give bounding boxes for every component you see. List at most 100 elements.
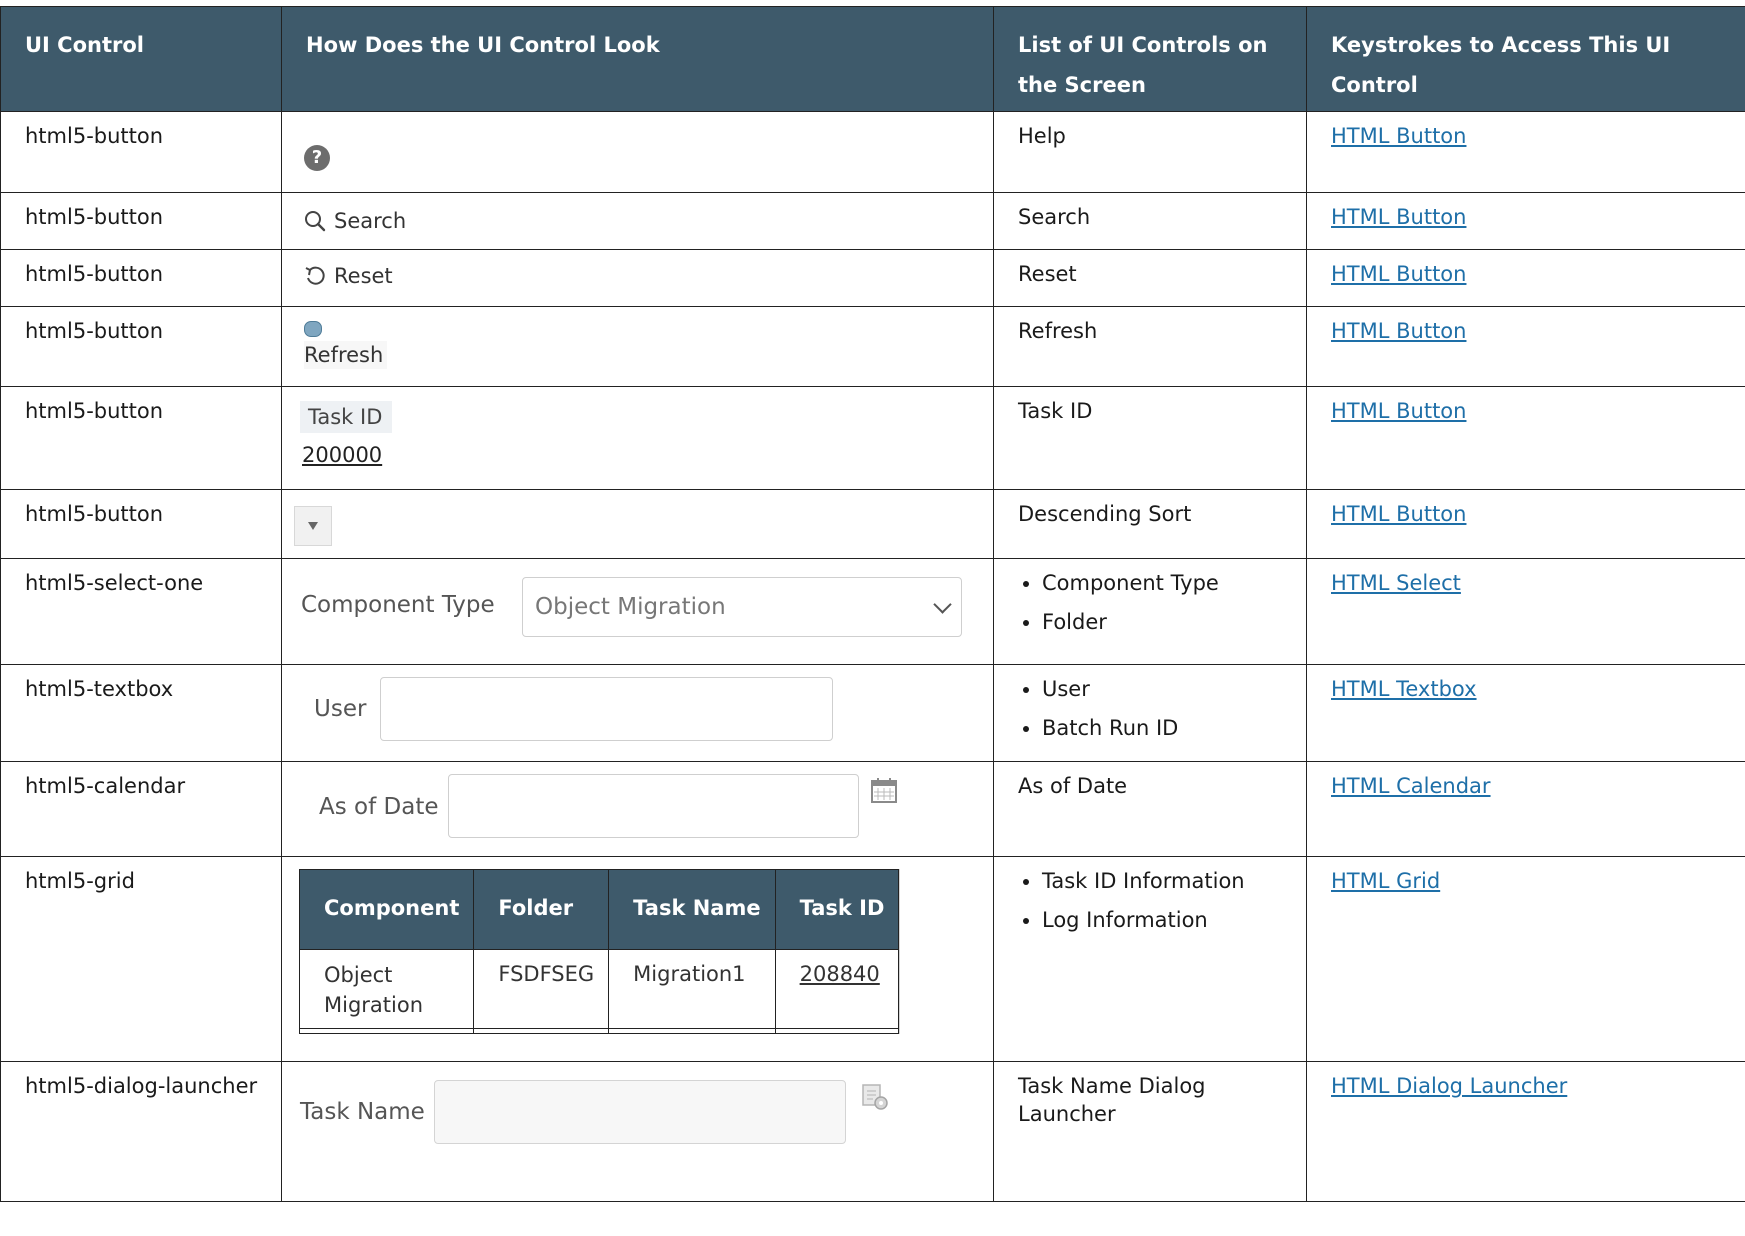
table-row: html5-button Task ID 200000 Task ID HTML… bbox=[0, 386, 1745, 490]
keystroke-cell: HTML Button bbox=[1306, 489, 1745, 559]
keystroke-cell: HTML Button bbox=[1306, 192, 1745, 250]
descending-sort-button[interactable] bbox=[294, 506, 332, 546]
task-id-link[interactable]: 200000 bbox=[302, 441, 392, 469]
list-item: Batch Run ID bbox=[1042, 714, 1292, 742]
list-item: Folder bbox=[1042, 608, 1292, 636]
grid-preview: Component Folder Task Name Task ID Objec… bbox=[298, 869, 901, 1034]
control-name: html5-button bbox=[0, 249, 282, 307]
grid-col-folder[interactable]: Folder bbox=[473, 869, 610, 950]
grid-header-row: Component Folder Task Name Task ID bbox=[298, 869, 900, 950]
control-look bbox=[281, 489, 994, 559]
table-row: html5-button Search Search HTML Button bbox=[0, 192, 1745, 250]
grid-col-task-id[interactable]: Task ID bbox=[774, 869, 900, 950]
html-dialog-launcher-link[interactable]: HTML Dialog Launcher bbox=[1331, 1074, 1567, 1098]
control-look: Task Name bbox=[281, 1061, 994, 1202]
html-textbox-link[interactable]: HTML Textbox bbox=[1331, 677, 1477, 701]
table-row: html5-dialog-launcher Task Name Task Nam… bbox=[0, 1061, 1745, 1202]
list-items: Component Type Folder bbox=[1018, 569, 1292, 636]
sort-descending-icon bbox=[308, 522, 318, 530]
chevron-down-icon bbox=[933, 594, 952, 614]
control-list: Task ID bbox=[993, 386, 1307, 490]
grid-table: Component Folder Task Name Task ID Objec… bbox=[298, 869, 900, 1034]
control-name: html5-grid bbox=[0, 856, 282, 1062]
table-row: html5-grid Component Folder Task Name Ta… bbox=[0, 856, 1745, 1062]
table-row: html5-button Descending Sort HTML Button bbox=[0, 489, 1745, 559]
control-list: As of Date bbox=[993, 761, 1307, 857]
table-row: html5-calendar As of Date As of Date HTM… bbox=[0, 761, 1745, 857]
html-select-link[interactable]: HTML Select bbox=[1331, 571, 1461, 595]
control-name: html5-calendar bbox=[0, 761, 282, 857]
control-name: html5-button bbox=[0, 306, 282, 387]
keystroke-cell: HTML Button bbox=[1306, 306, 1745, 387]
grid-col-component[interactable]: Component bbox=[298, 869, 475, 950]
grid-row[interactable]: Object Migration FSDFSEG Migration1 2088… bbox=[298, 949, 900, 1029]
control-name: html5-textbox bbox=[0, 664, 282, 762]
keystroke-cell: HTML Grid bbox=[1306, 856, 1745, 1062]
grid-cell-task-name: Migration1 bbox=[608, 949, 776, 1029]
list-item: Log Information bbox=[1042, 906, 1292, 934]
task-id-header[interactable]: Task ID bbox=[300, 401, 393, 433]
component-type-label: Component Type bbox=[301, 592, 495, 618]
control-look: Component Folder Task Name Task ID Objec… bbox=[281, 856, 994, 1062]
search-button[interactable]: Search bbox=[304, 207, 406, 235]
control-list: Reset bbox=[993, 249, 1307, 307]
refresh-icon bbox=[304, 321, 322, 337]
reset-icon bbox=[305, 266, 325, 285]
grid-cell-folder: FSDFSEG bbox=[473, 949, 610, 1029]
control-name: html5-select-one bbox=[0, 558, 282, 665]
keystroke-cell: HTML Select bbox=[1306, 558, 1745, 665]
table-row: html5-button ? Help HTML Button bbox=[0, 111, 1745, 193]
list-items: User Batch Run ID bbox=[1018, 675, 1292, 742]
list-item: Component Type bbox=[1042, 569, 1292, 597]
help-icon[interactable]: ? bbox=[304, 145, 330, 171]
ui-controls-table: UI Control How Does the UI Control Look … bbox=[0, 6, 1745, 1202]
control-list: Search bbox=[993, 192, 1307, 250]
keystroke-cell: HTML Calendar bbox=[1306, 761, 1745, 857]
as-of-date-input[interactable] bbox=[448, 774, 859, 838]
user-input[interactable] bbox=[380, 677, 833, 741]
keystroke-cell: HTML Textbox bbox=[1306, 664, 1745, 762]
user-label: User bbox=[314, 696, 367, 722]
control-look: As of Date bbox=[281, 761, 994, 857]
control-look: User bbox=[281, 664, 994, 762]
html-button-link[interactable]: HTML Button bbox=[1331, 502, 1466, 526]
control-name: html5-button bbox=[0, 111, 282, 193]
table-row: html5-button Refresh Refresh HTML Button bbox=[0, 306, 1745, 387]
list-items: Task ID Information Log Information bbox=[1018, 867, 1292, 934]
header-look: How Does the UI Control Look bbox=[281, 6, 994, 112]
reset-button-label: Reset bbox=[334, 264, 393, 288]
component-type-value: Object Migration bbox=[535, 594, 726, 620]
html-grid-link[interactable]: HTML Grid bbox=[1331, 869, 1440, 893]
control-look: Task ID 200000 bbox=[281, 386, 994, 490]
as-of-date-label: As of Date bbox=[319, 794, 439, 820]
reset-button[interactable]: Reset bbox=[304, 262, 393, 290]
grid-col-task-name[interactable]: Task Name bbox=[608, 869, 776, 950]
search-icon bbox=[305, 211, 326, 232]
html-button-link[interactable]: HTML Button bbox=[1331, 319, 1466, 343]
keystroke-cell: HTML Button bbox=[1306, 386, 1745, 490]
search-button-label: Search bbox=[334, 209, 407, 233]
task-id-column: Task ID 200000 bbox=[300, 401, 393, 469]
task-name-input[interactable] bbox=[434, 1080, 846, 1144]
list-item: Task ID Information bbox=[1042, 867, 1292, 895]
control-list: Task ID Information Log Information bbox=[993, 856, 1307, 1062]
control-name: html5-button bbox=[0, 386, 282, 490]
control-name: html5-button bbox=[0, 192, 282, 250]
calendar-icon[interactable] bbox=[870, 776, 897, 803]
header-keystrokes: Keystrokes to Access This UI Control bbox=[1306, 6, 1745, 112]
control-look: Component Type Object Migration bbox=[281, 558, 994, 665]
html-button-link[interactable]: HTML Button bbox=[1331, 262, 1466, 286]
grid-cell-task-id[interactable]: 208840 bbox=[774, 949, 900, 1029]
component-type-select[interactable]: Object Migration bbox=[522, 577, 962, 637]
control-look: ? bbox=[281, 111, 994, 193]
control-list: Task Name Dialog Launcher bbox=[993, 1061, 1307, 1202]
html-button-link[interactable]: HTML Button bbox=[1331, 205, 1466, 229]
table-row: html5-button Reset Reset HTML Button bbox=[0, 249, 1745, 307]
html-button-link[interactable]: HTML Button bbox=[1331, 124, 1466, 148]
html-button-link[interactable]: HTML Button bbox=[1331, 399, 1466, 423]
refresh-button[interactable]: Refresh bbox=[304, 321, 388, 369]
list-item: User bbox=[1042, 675, 1292, 703]
keystroke-cell: HTML Button bbox=[1306, 249, 1745, 307]
dialog-launcher-icon[interactable] bbox=[860, 1082, 890, 1119]
html-calendar-link[interactable]: HTML Calendar bbox=[1331, 774, 1491, 798]
